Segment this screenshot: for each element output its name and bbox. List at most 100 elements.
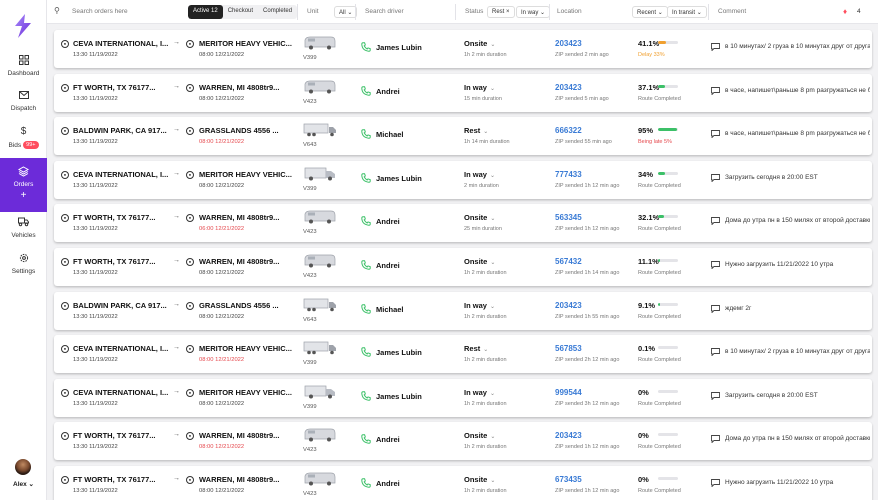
driver-name[interactable]: James Lubin (376, 392, 422, 401)
zip-link[interactable]: 673435 (555, 475, 582, 484)
status-dropdown[interactable]: In way ⌄ (464, 83, 495, 92)
table-row[interactable]: ● BALDWIN PARK, CA 917... 13:30 11/19/20… (54, 117, 872, 156)
arrow-right-icon: → (173, 387, 180, 395)
driver-name[interactable]: Andrei (376, 261, 400, 270)
status-dropdown[interactable]: Rest ⌄ (464, 126, 488, 135)
sidebar-item-settings[interactable]: Settings (0, 253, 47, 277)
zip-link[interactable]: 666322 (555, 126, 582, 135)
tab-active[interactable]: Active 12 (188, 5, 223, 19)
phone-icon[interactable] (361, 216, 371, 227)
status-filter-rest[interactable]: Rest × (487, 6, 515, 18)
table-row[interactable]: ● FT WORTH, TX 76177... 13:30 11/19/2022… (54, 73, 872, 112)
sidebar-item-orders[interactable]: Orders + (0, 158, 47, 212)
app: Dashboard Dispatch $ Bids 99+ Orders + Ve… (0, 0, 878, 500)
vehicle-number: V399 (303, 55, 317, 61)
delivery-pin-icon: ● (186, 475, 194, 484)
driver-search-input[interactable]: Search driver (365, 8, 404, 15)
search-input[interactable]: Search orders here (72, 8, 128, 15)
phone-icon[interactable] (361, 173, 371, 183)
status-dropdown[interactable]: Onsite ⌄ (464, 213, 495, 222)
status-dropdown[interactable]: Onsite ⌄ (464, 431, 495, 440)
user-name: Alex (13, 481, 27, 488)
sidebar-item-dispatch[interactable]: Dispatch (0, 90, 47, 114)
sidebar-item-vehicles[interactable]: Vehicles (0, 217, 47, 241)
status-dropdown[interactable]: In way ⌄ (464, 170, 495, 179)
phone-icon[interactable] (361, 129, 371, 139)
zip-link[interactable]: 777433 (555, 170, 582, 179)
progress-fill (658, 84, 666, 88)
pickup-time: 13:30 11/19/2022 (73, 95, 118, 102)
truck-icon (304, 80, 336, 94)
phone-icon[interactable] (361, 42, 371, 52)
table-row[interactable]: ● FT WORTH, TX 76177... 13:30 11/19/2022… (54, 422, 872, 461)
status-dropdown[interactable]: In way ⌄ (464, 301, 495, 310)
status-duration: 1h 2 min duration (464, 269, 507, 276)
chevron-down-icon: ⌄ (490, 216, 496, 223)
table-row[interactable]: ● CEVA INTERNATIONAL, I... 13:30 11/19/2… (54, 378, 872, 417)
zip-link[interactable]: 567432 (555, 257, 582, 266)
phone-icon[interactable] (361, 478, 371, 488)
zip-link[interactable]: 203423 (555, 301, 582, 310)
status-dropdown[interactable]: Onsite ⌄ (464, 257, 495, 266)
arrow-right-icon: → (173, 300, 180, 308)
status-dropdown[interactable]: Rest ⌄ (464, 344, 488, 353)
status-dropdown[interactable]: In way ⌄ (464, 388, 495, 397)
comment-icon (711, 86, 720, 95)
tab-completed[interactable]: Completed (258, 5, 297, 19)
comment-icon (711, 217, 720, 226)
sort-filter[interactable]: Recent ⌄ (632, 6, 668, 18)
table-row[interactable]: ● FT WORTH, TX 76177... 13:30 11/19/2022… (54, 465, 872, 500)
avatar[interactable] (15, 459, 31, 475)
arrow-right-icon: → (173, 39, 180, 46)
zip-link[interactable]: 203423 (555, 431, 582, 440)
table-row[interactable]: ● FT WORTH, TX 76177... 13:30 11/19/2022… (54, 247, 872, 286)
phone-icon[interactable] (361, 303, 371, 314)
table-row[interactable]: ● CEVA INTERNATIONAL, I... 13:30 11/19/2… (54, 335, 872, 374)
phone-icon[interactable] (361, 347, 371, 357)
driver-name[interactable]: Michael (376, 130, 404, 139)
driver-name[interactable]: Andrei (376, 87, 400, 96)
vehicle-number: V399 (303, 403, 317, 410)
driver-name[interactable]: James Lubin (376, 348, 422, 357)
unit-filter[interactable]: All ⌄ (334, 6, 358, 18)
table-row[interactable]: ● BALDWIN PARK, CA 917... 13:30 11/19/20… (54, 291, 872, 330)
zip-link[interactable]: 563345 (555, 213, 582, 222)
tab-checkout[interactable]: Checkout (223, 5, 258, 19)
close-icon[interactable]: × (506, 9, 510, 15)
driver-name[interactable]: Andrei (376, 435, 400, 444)
status-dropdown[interactable]: Onsite ⌄ (464, 39, 495, 48)
phone-icon[interactable] (361, 85, 371, 96)
zip-link[interactable]: 203423 (555, 83, 582, 92)
zip-link[interactable]: 203423 (555, 39, 582, 48)
transit-filter[interactable]: In transit ⌄ (667, 6, 707, 18)
driver-name[interactable]: Michael (376, 305, 404, 314)
user-menu[interactable]: Alex ⌄ (0, 480, 47, 488)
zip-link[interactable]: 999544 (555, 388, 582, 397)
phone-icon[interactable] (361, 260, 371, 270)
table-row[interactable]: ● CEVA INTERNATIONAL, I... 13:30 11/19/2… (54, 30, 872, 68)
comment-icon (711, 435, 720, 444)
table-row[interactable]: ● FT WORTH, TX 76177... 13:30 11/19/2022… (54, 204, 872, 243)
table-row[interactable]: ● CEVA INTERNATIONAL, I... 13:30 11/19/2… (54, 160, 872, 199)
comment-icon (711, 391, 720, 400)
driver-name[interactable]: Andrei (376, 217, 400, 226)
sidebar-item-dashboard[interactable]: Dashboard (0, 55, 47, 79)
driver-name[interactable]: James Lubin (376, 43, 422, 52)
driver-name[interactable]: Andrei (376, 479, 400, 488)
phone-icon[interactable] (361, 391, 371, 401)
status-dropdown[interactable]: Onsite ⌄ (464, 475, 495, 484)
phone-icon[interactable] (361, 434, 371, 445)
order-comment: ждемг 2г (725, 304, 752, 312)
driver-name[interactable]: James Lubin (376, 174, 422, 183)
add-order-icon[interactable]: + (0, 190, 47, 201)
bell-icon[interactable]: ♦ (843, 7, 847, 16)
chevron-down-icon: ⌄ (490, 42, 496, 48)
zip-link[interactable]: 567853 (555, 344, 582, 353)
pickup-location: CEVA INTERNATIONAL, I... (73, 39, 169, 48)
chevron-down-icon: ⌄ (28, 481, 34, 488)
status-filter-inway[interactable]: In way ⌄ (516, 6, 551, 18)
logo-icon[interactable] (12, 14, 34, 38)
route-status: Route Completed (638, 357, 681, 364)
sidebar-item-bids[interactable]: $ Bids 99+ (0, 126, 47, 150)
zip-sent-note: ZIP sended 2 min ago (555, 52, 609, 58)
